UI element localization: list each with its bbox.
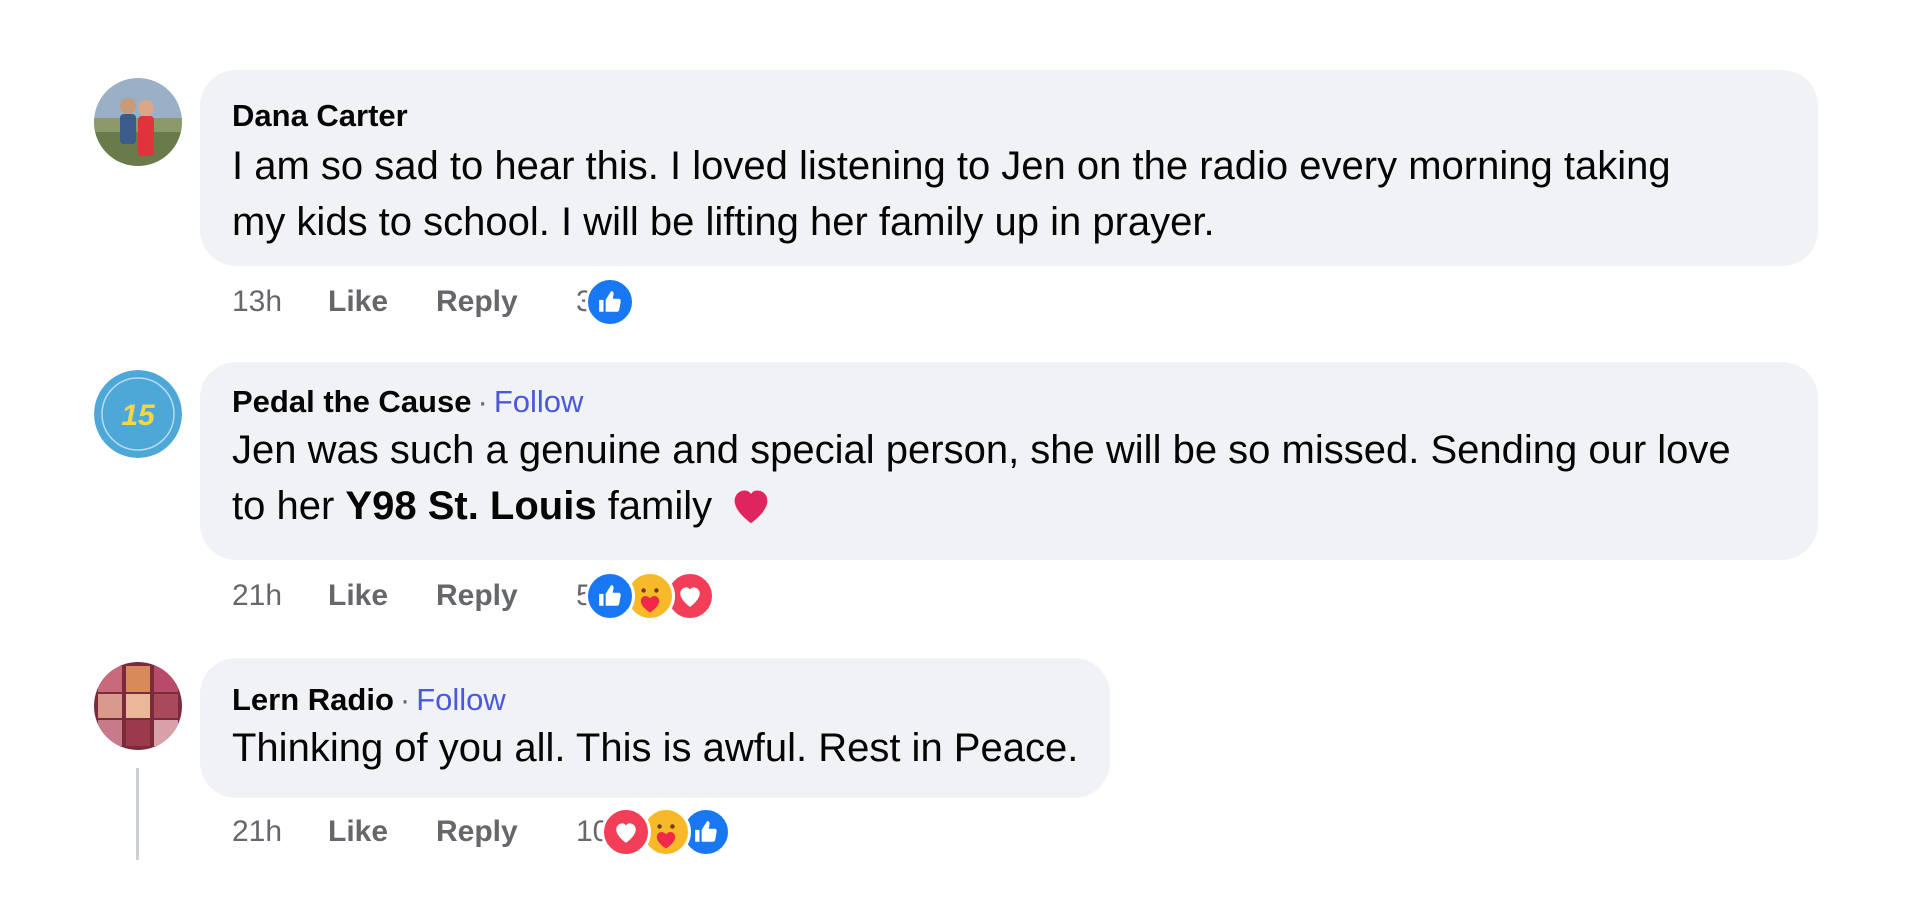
follow-button[interactable]: Follow — [416, 682, 506, 717]
follow-button[interactable]: Follow — [494, 384, 584, 419]
like-icon[interactable] — [584, 277, 635, 327]
comment-text-line: Thinking of you all. This is awful. Rest… — [232, 726, 1079, 770]
comment-actions: 13h Like Reply 3 — [232, 272, 635, 332]
comment-actions: 21h Like Reply 5 — [232, 566, 715, 626]
like-icon[interactable] — [584, 571, 635, 621]
separator-dot: · — [477, 384, 488, 419]
author-name[interactable]: Lern Radio — [232, 682, 394, 717]
avatar[interactable] — [94, 78, 182, 166]
comment-text: I am so sad to hear this. I loved listen… — [232, 138, 1671, 250]
avatar[interactable]: 15 — [94, 370, 182, 458]
comment-text: Jen was such a genuine and special perso… — [232, 422, 1731, 534]
pedal-badge-number: 15 — [121, 399, 156, 432]
comment-author: Pedal the Cause · Follow — [232, 384, 583, 420]
comment-author: Lern Radio · Follow — [232, 682, 506, 718]
reply-thread-line — [136, 768, 139, 860]
comment-author[interactable]: Dana Carter — [232, 98, 408, 134]
like-button[interactable]: Like — [328, 285, 436, 319]
comment-text-line: to her Y98 St. Louis family — [232, 478, 1731, 534]
like-button[interactable]: Like — [328, 815, 436, 849]
comment-bubble: Lern Radio · Follow Thinking of you all. T… — [200, 658, 1110, 798]
comment-text-line: my kids to school. I will be lifting her… — [232, 200, 1215, 244]
like-button[interactable]: Like — [328, 579, 436, 613]
comment-bubble: Pedal the Cause · Follow Jen was such a ge… — [200, 362, 1818, 560]
comment-text-line: Jen was such a genuine and special perso… — [232, 428, 1731, 472]
timestamp[interactable]: 13h — [232, 285, 328, 319]
avatar[interactable] — [94, 662, 182, 750]
timestamp[interactable]: 21h — [232, 815, 328, 849]
separator-dot: · — [399, 682, 411, 717]
comment-text: Thinking of you all. This is awful. Rest… — [232, 720, 1078, 776]
comment-text-line: I am so sad to hear this. I loved listen… — [232, 144, 1671, 188]
comment-actions: 21h Like Reply 10 — [232, 802, 732, 862]
reply-button[interactable]: Reply — [436, 285, 576, 319]
text-segment: family — [596, 484, 713, 528]
reply-button[interactable]: Reply — [436, 579, 576, 613]
page-mention-link[interactable]: Y98 St. Louis — [345, 484, 596, 528]
timestamp[interactable]: 21h — [232, 579, 328, 613]
author-name[interactable]: Pedal the Cause — [232, 384, 471, 419]
text-segment: to her — [232, 484, 346, 528]
reply-button[interactable]: Reply — [436, 815, 576, 849]
heart-emoji — [734, 490, 768, 524]
comment-bubble: Dana Carter I am so sad to hear this. I … — [200, 70, 1818, 266]
